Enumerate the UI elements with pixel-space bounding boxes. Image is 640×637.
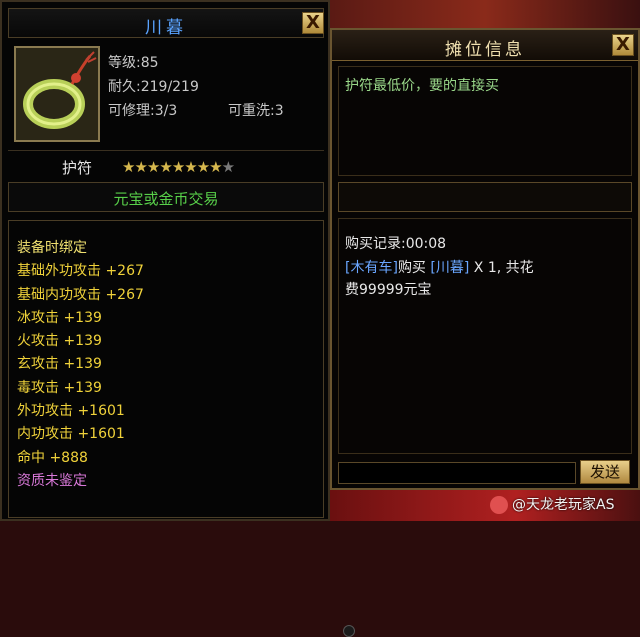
level-stat: 等级:85 [108,55,159,71]
purchase-cost: 费99999元宝 [345,282,432,298]
attribute-line: 毒攻击 +139 [17,379,102,396]
purchase-record-area[interactable]: 购买记录:00:08 [木有车]购买 [川暮] X 1, 共花 费99999元宝 [338,218,632,637]
scroll-handle[interactable] [343,625,355,637]
purchase-quantity: X 1, 共花 [469,260,534,276]
chat-input[interactable] [338,462,576,484]
stall-divider-bar [338,182,632,212]
purchase-record-heading: 购买记录:00:08 [345,236,447,252]
stall-message: 护符最低价，要的直接买 [345,78,499,94]
attribute-list: 装备时绑定 基础外功攻击 +267 基础内功攻击 +267 冰攻击 +139 火… [17,237,144,493]
attribute-line: 基础内功攻击 +267 [17,286,144,303]
attribute-line: 冰攻击 +139 [17,309,102,326]
stall-title: 摊位信息 [445,40,525,60]
purchase-action: 购买 [397,260,426,276]
send-button[interactable]: 发送 [580,460,630,484]
item-type-label: 护符 [62,159,93,177]
attribute-line: 火攻击 +139 [17,333,102,350]
trade-info-box: 元宝或金币交易 [8,182,324,212]
attribute-box: 装备时绑定 基础外功攻击 +267 基础内功攻击 +267 冰攻击 +139 火… [8,220,324,518]
durability-stat: 耐久:219/219 [108,79,199,95]
trade-method: 元宝或金币交易 [113,190,219,208]
star-filled-icon: ★ [159,158,173,176]
star-empty-icon: ★ [221,158,236,176]
attribute-line: 玄攻击 +139 [17,356,102,373]
rewash-stat: 可重洗:3 [228,103,284,119]
close-button[interactable]: X [302,12,324,34]
stall-message-area: 护符最低价，要的直接买 [338,66,632,176]
bind-on-equip: 装备时绑定 [17,240,87,256]
star-filled-icon: ★ [184,158,198,176]
star-filled-icon: ★ [209,158,223,176]
divider [8,150,324,151]
purchase-record-line: [木有车]购买 [川暮] X 1, 共花 [345,257,534,277]
star-filled-icon: ★ [134,158,148,176]
weibo-icon [490,496,508,514]
amulet-icon [14,46,100,142]
attribute-line: 命中 +888 [17,449,88,466]
item-tooltip-panel: 川暮 X 等级:85 耐久:219/219 可修理:3/3 可重洗:3 护符 ★… [0,0,330,521]
purchased-item-link[interactable]: [川暮] [430,260,469,276]
watermark-text: @天龙老玩家AS [512,497,615,513]
stall-info-panel: 摊位信息 X 护符最低价，要的直接买 购买记录:00:08 [木有车]购买 [川… [330,28,640,637]
attribute-line: 基础外功攻击 +267 [17,263,144,280]
repair-stat: 可修理:3/3 [108,103,178,119]
watermark: @天龙老玩家AS [490,494,614,514]
aptitude-status: 资质未鉴定 [17,472,87,489]
stall-header: 摊位信息 X [332,30,638,61]
attribute-line: 外功攻击 +1601 [17,403,125,420]
stall-close-button[interactable]: X [612,34,634,56]
item-name: 川暮 [145,18,187,38]
game-scene-background [330,0,640,30]
buyer-name[interactable]: [木有车] [345,260,398,276]
item-title-bar: 川暮 [8,8,324,38]
star-rating: ★★★★★★★★★ [122,157,236,176]
attribute-line: 内功攻击 +1601 [17,426,125,443]
